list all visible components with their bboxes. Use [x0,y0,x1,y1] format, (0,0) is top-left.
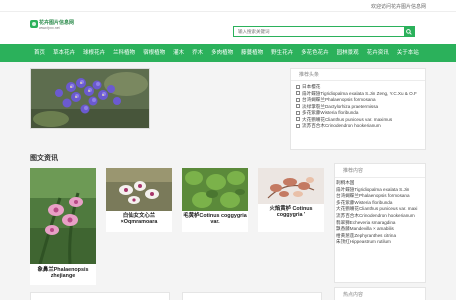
related-item[interactable]: 飘香藤Mandevilla × amabilis [336,226,425,233]
card-image [258,168,324,204]
related-panel: 推荐内容 刺桐木国 扇叶蝶翅Tigridiopalma exalata S.Ji… [334,163,426,283]
recommend-item[interactable]: 大花鹦嘴花Clianthus puniceus var. maximus [296,117,425,124]
card-image [30,168,96,264]
smoketree-photo [182,168,248,211]
search-button[interactable] [404,27,414,36]
bottom-box-right [182,292,322,300]
hot-title: 热点内容 [343,292,364,298]
nav-item-succulents[interactable]: 多肉植物 [207,44,237,62]
nav-item-multicolor[interactable]: 多花色花卉 [297,44,333,62]
card-caption: 火焰黄栌 Cotinus coggygria ' [269,206,313,218]
related-item[interactable]: 大花鹦嘴花Clianthus puniceus var. maxi [336,206,425,213]
bullet-square-icon [296,91,300,96]
news-section-title: 图文资讯 [30,155,58,162]
welcome-text: 欢迎访问花卉图片信息网 [370,4,426,10]
news-card[interactable]: 白仙女文心兰 ×Oqmramoara [106,168,172,232]
card-caption: 毛黄栌Cotinus coggygria var. [183,213,247,225]
related-item[interactable]: 柑黄葱莲Zephyranthes citrina [336,233,425,240]
card-image [106,168,172,211]
nav-item-bulbs[interactable]: 球根花卉 [79,44,109,62]
related-item[interactable]: 刺桐木国 [336,180,425,187]
related-item[interactable]: 流苏百合木Crinodendron hookerianum [336,213,425,220]
hot-panel: 热点内容 [334,287,426,300]
bullet-square-icon [296,97,300,102]
bullet-square-icon [296,110,300,115]
recommend-item[interactable]: 日本樱花 [296,84,425,91]
bullet-square-icon [296,84,300,89]
news-card[interactable]: 象鼻兰Phalaenopsis zhejiange [30,168,96,285]
nav-item-perennials[interactable]: 宿根植物 [139,44,169,62]
recommend-title: 推荐头条 [291,69,425,81]
oncidium-photo [106,168,172,211]
nav-item-about[interactable]: 关于本站 [393,44,423,62]
bullet-square-icon [296,104,300,109]
search-input[interactable] [234,27,394,36]
nav-item-wildflowers[interactable]: 野生花卉 [267,44,297,62]
orchid-photo [30,168,96,264]
top-bar: 欢迎访问花卉图片信息网 [0,0,456,12]
nav-item-news[interactable]: 花卉资讯 [363,44,393,62]
nav-item-landscape[interactable]: 园林景观 [333,44,363,62]
related-item[interactable]: 扇叶蝶翅Tigridiopalma exalata S.Jin [336,187,425,194]
related-item[interactable]: 朱顶红Hippeastrum rutilum [336,239,425,246]
related-item[interactable]: 翡翠狮Echeveria smaragdina [336,220,425,227]
recommend-item[interactable]: 流苏百合木Crinodendron hookerianum [296,123,425,130]
card-caption: 象鼻兰Phalaenopsis zhejiange [37,267,89,279]
recommend-item[interactable]: 台湾蝴蝶兰Phalaenopsis formosana [296,97,425,104]
search-box [233,26,415,37]
card-caption: 白仙女文心兰 ×Oqmramoara [120,213,158,225]
nav-item-trees[interactable]: 乔木 [188,44,207,62]
recommend-item[interactable]: 淡绿掌裂兰Dactylorhiza praetermissa [296,104,425,111]
nav-item-herbaceous[interactable]: 草本花卉 [49,44,79,62]
bullet-square-icon [296,123,300,128]
related-title: 推荐内容 [335,164,425,178]
logo-title: 花卉图片信息网 [39,20,75,26]
logo-mark-icon [30,20,38,28]
recommend-item[interactable]: 多花紫藤Wisteria floribunda [296,110,425,117]
nav-item-vines[interactable]: 藤蔓植物 [237,44,267,62]
bottom-box-left [30,292,170,300]
bullet-square-icon [296,117,300,122]
related-item[interactable]: 多花紫藤Wisteria floribunda [336,200,425,207]
flame-smoketree-photo [258,168,324,204]
recommend-panel: 推荐头条 日本樱花 扇叶蝶翅Tigridiopalma exalata S.Ji… [290,68,426,150]
nav-item-orchids[interactable]: 兰科植物 [109,44,139,62]
card-image [182,168,248,211]
site-logo[interactable]: 花卉图片信息网 www.fpxx.net [30,19,75,39]
nav-item-shrubs[interactable]: 灌木 [169,44,188,62]
news-card[interactable]: 毛黄栌Cotinus coggygria var. [182,168,248,232]
main-nav: 首页 草本花卉 球根花卉 兰科植物 宿根植物 灌木 乔木 多肉植物 藤蔓植物 野… [0,44,456,62]
site-header: 花卉图片信息网 www.fpxx.net [0,12,456,44]
search-icon [406,28,412,35]
hero-flower-photo [31,69,149,128]
nav-item-home[interactable]: 首页 [30,44,49,62]
related-item[interactable]: 台湾蝴蝶兰Phalaenopsis formosana [336,193,425,200]
logo-url: www.fpxx.net [39,26,60,30]
hero-image[interactable] [30,68,150,129]
news-card[interactable]: 火焰黄栌 Cotinus coggygria ' [258,168,324,232]
